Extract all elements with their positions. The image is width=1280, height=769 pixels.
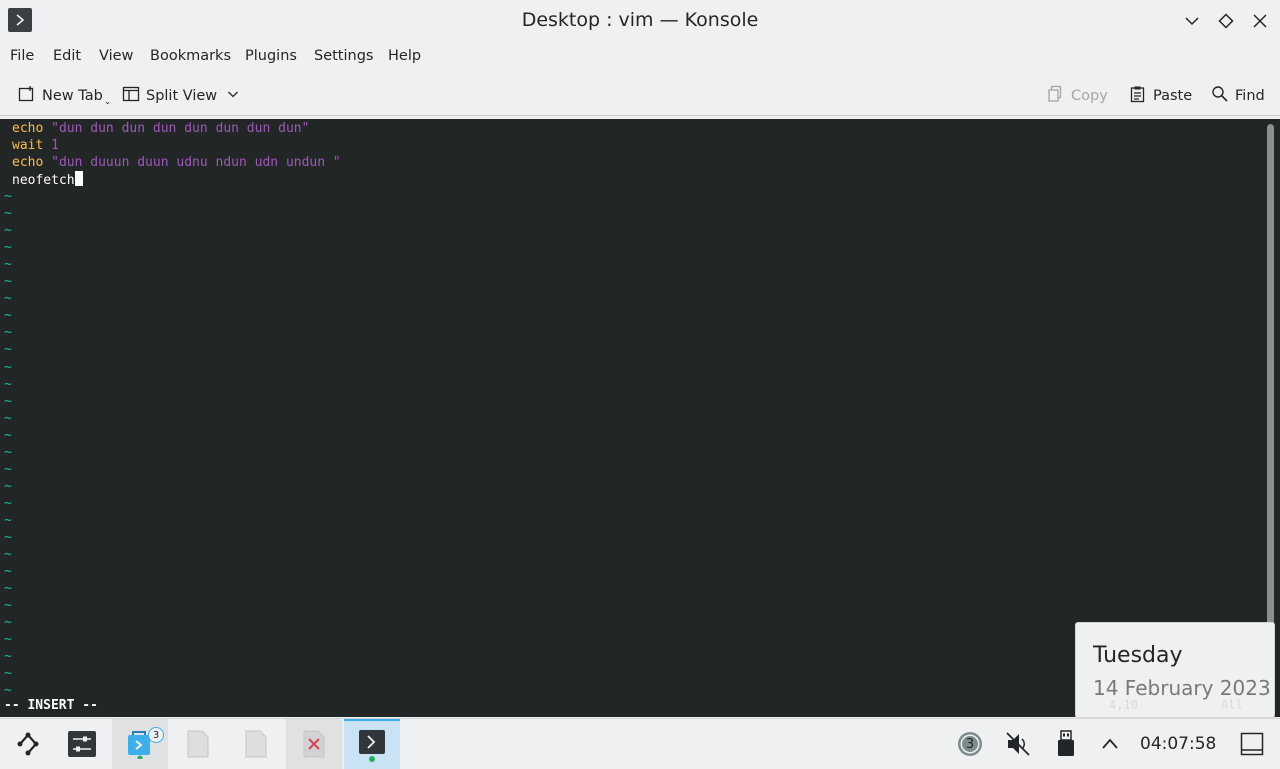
- tilde-marker: ~: [4, 291, 12, 307]
- code-line: neofetch: [12, 171, 83, 189]
- search-icon: [1211, 85, 1229, 107]
- find-label: Find: [1235, 88, 1265, 104]
- tilde-marker: ~: [4, 240, 12, 256]
- full-date: 14 February 2023: [1093, 676, 1271, 700]
- tilde-marker: ~: [4, 564, 12, 580]
- weekday: Tuesday: [1093, 643, 1183, 668]
- tilde-marker: ~: [4, 376, 12, 392]
- menu-view[interactable]: View: [99, 48, 133, 64]
- notification-badge: 3: [148, 727, 164, 743]
- taskbar: 3 3 04:07:58: [0, 718, 1280, 769]
- paste-button[interactable]: Paste: [1129, 84, 1192, 108]
- tilde-marker: ~: [4, 410, 12, 426]
- tilde-marker: ~: [4, 547, 12, 563]
- show-desktop-icon[interactable]: [1238, 731, 1266, 757]
- konsole-task-icon[interactable]: [344, 719, 400, 769]
- paste-icon: [1129, 85, 1147, 107]
- menu-bar: File Edit View Bookmarks Plugins Setting…: [0, 42, 1280, 72]
- notifications-icon[interactable]: 3: [955, 731, 985, 757]
- error-document-task-icon[interactable]: [286, 719, 342, 769]
- tilde-marker: ~: [4, 444, 12, 460]
- document-task-icon[interactable]: [228, 719, 284, 769]
- tilde-marker: ~: [4, 495, 12, 511]
- tilde-marker: ~: [4, 615, 12, 631]
- menu-settings[interactable]: Settings: [314, 48, 373, 64]
- tilde-marker: ~: [4, 393, 12, 409]
- tilde-marker: ~: [4, 223, 12, 239]
- tilde-marker: ~: [4, 206, 12, 222]
- tilde-marker: ~: [4, 189, 12, 204]
- new-tab-menu-arrow-icon[interactable]: ⌄: [104, 97, 112, 107]
- menu-help[interactable]: Help: [388, 48, 421, 64]
- tilde-marker: ~: [4, 598, 12, 614]
- minimize-icon[interactable]: [1181, 10, 1203, 32]
- toolbar: New Tab ⌄ Split View Copy Paste Find: [0, 76, 1280, 116]
- new-tab-button[interactable]: New Tab ⌄: [18, 84, 111, 108]
- tilde-marker: ~: [4, 359, 12, 375]
- copy-button[interactable]: Copy: [1047, 84, 1108, 108]
- usb-device-icon[interactable]: [1051, 730, 1081, 757]
- code-line: echo "dun dun dun dun dun dun dun dun": [12, 121, 310, 136]
- paste-label: Paste: [1153, 88, 1193, 104]
- tilde-marker: ~: [4, 342, 12, 358]
- tilde-marker: ~: [4, 530, 12, 545]
- tilde-marker: ~: [4, 666, 12, 682]
- tilde-marker: ~: [4, 512, 12, 528]
- chevron-up-icon[interactable]: [1096, 731, 1124, 757]
- menu-bookmarks[interactable]: Bookmarks: [150, 48, 231, 64]
- tilde-marker: ~: [4, 274, 12, 290]
- title-bar: Desktop : vim — Konsole: [0, 0, 1280, 42]
- scrollbar-thumb[interactable]: [1267, 124, 1274, 704]
- copy-label: Copy: [1071, 88, 1108, 104]
- menu-file[interactable]: File: [10, 48, 34, 64]
- menu-edit[interactable]: Edit: [53, 48, 81, 64]
- tilde-marker: ~: [4, 257, 12, 273]
- menu-plugins[interactable]: Plugins: [245, 48, 297, 64]
- tilde-marker: ~: [4, 478, 12, 494]
- date-tooltip: Tuesday 14 February 2023 4,10 All: [1075, 622, 1275, 718]
- tilde-marker: ~: [4, 427, 12, 443]
- new-tab-icon: [18, 85, 36, 107]
- vim-mode-indicator: -- INSERT --: [4, 698, 98, 713]
- tilde-marker: ~: [4, 649, 12, 665]
- volume-muted-icon[interactable]: [1003, 731, 1033, 757]
- tilde-marker: ~: [4, 581, 12, 597]
- close-icon[interactable]: [1249, 10, 1271, 32]
- vim-cursor-position: 4,10: [1109, 698, 1138, 712]
- discover-task-icon[interactable]: [112, 719, 168, 769]
- maximize-icon[interactable]: [1215, 10, 1237, 32]
- find-button[interactable]: Find: [1211, 84, 1265, 108]
- vim-scroll-position: All: [1221, 698, 1243, 712]
- clock[interactable]: 04:07:58: [1140, 734, 1216, 754]
- code-line: wait 1: [12, 138, 59, 153]
- code-line: echo "dun duuun duun udnu ndun udn undun…: [12, 155, 341, 170]
- split-view-icon: [122, 85, 140, 107]
- application-launcher-icon[interactable]: [0, 719, 56, 769]
- notification-count: 3: [965, 736, 975, 752]
- window-title: Desktop : vim — Konsole: [521, 9, 759, 31]
- tilde-marker: ~: [4, 461, 12, 477]
- system-settings-icon[interactable]: [54, 719, 110, 769]
- split-view-button[interactable]: Split View: [122, 84, 239, 108]
- tilde-marker: ~: [4, 308, 12, 324]
- split-view-label: Split View: [146, 88, 218, 104]
- new-tab-label: New Tab: [42, 88, 103, 104]
- tilde-marker: ~: [4, 632, 12, 648]
- copy-icon: [1047, 85, 1065, 107]
- document-task-icon[interactable]: [170, 719, 226, 769]
- chevron-down-icon[interactable]: [227, 88, 239, 104]
- tilde-marker: ~: [4, 325, 12, 341]
- text-cursor: [74, 171, 83, 186]
